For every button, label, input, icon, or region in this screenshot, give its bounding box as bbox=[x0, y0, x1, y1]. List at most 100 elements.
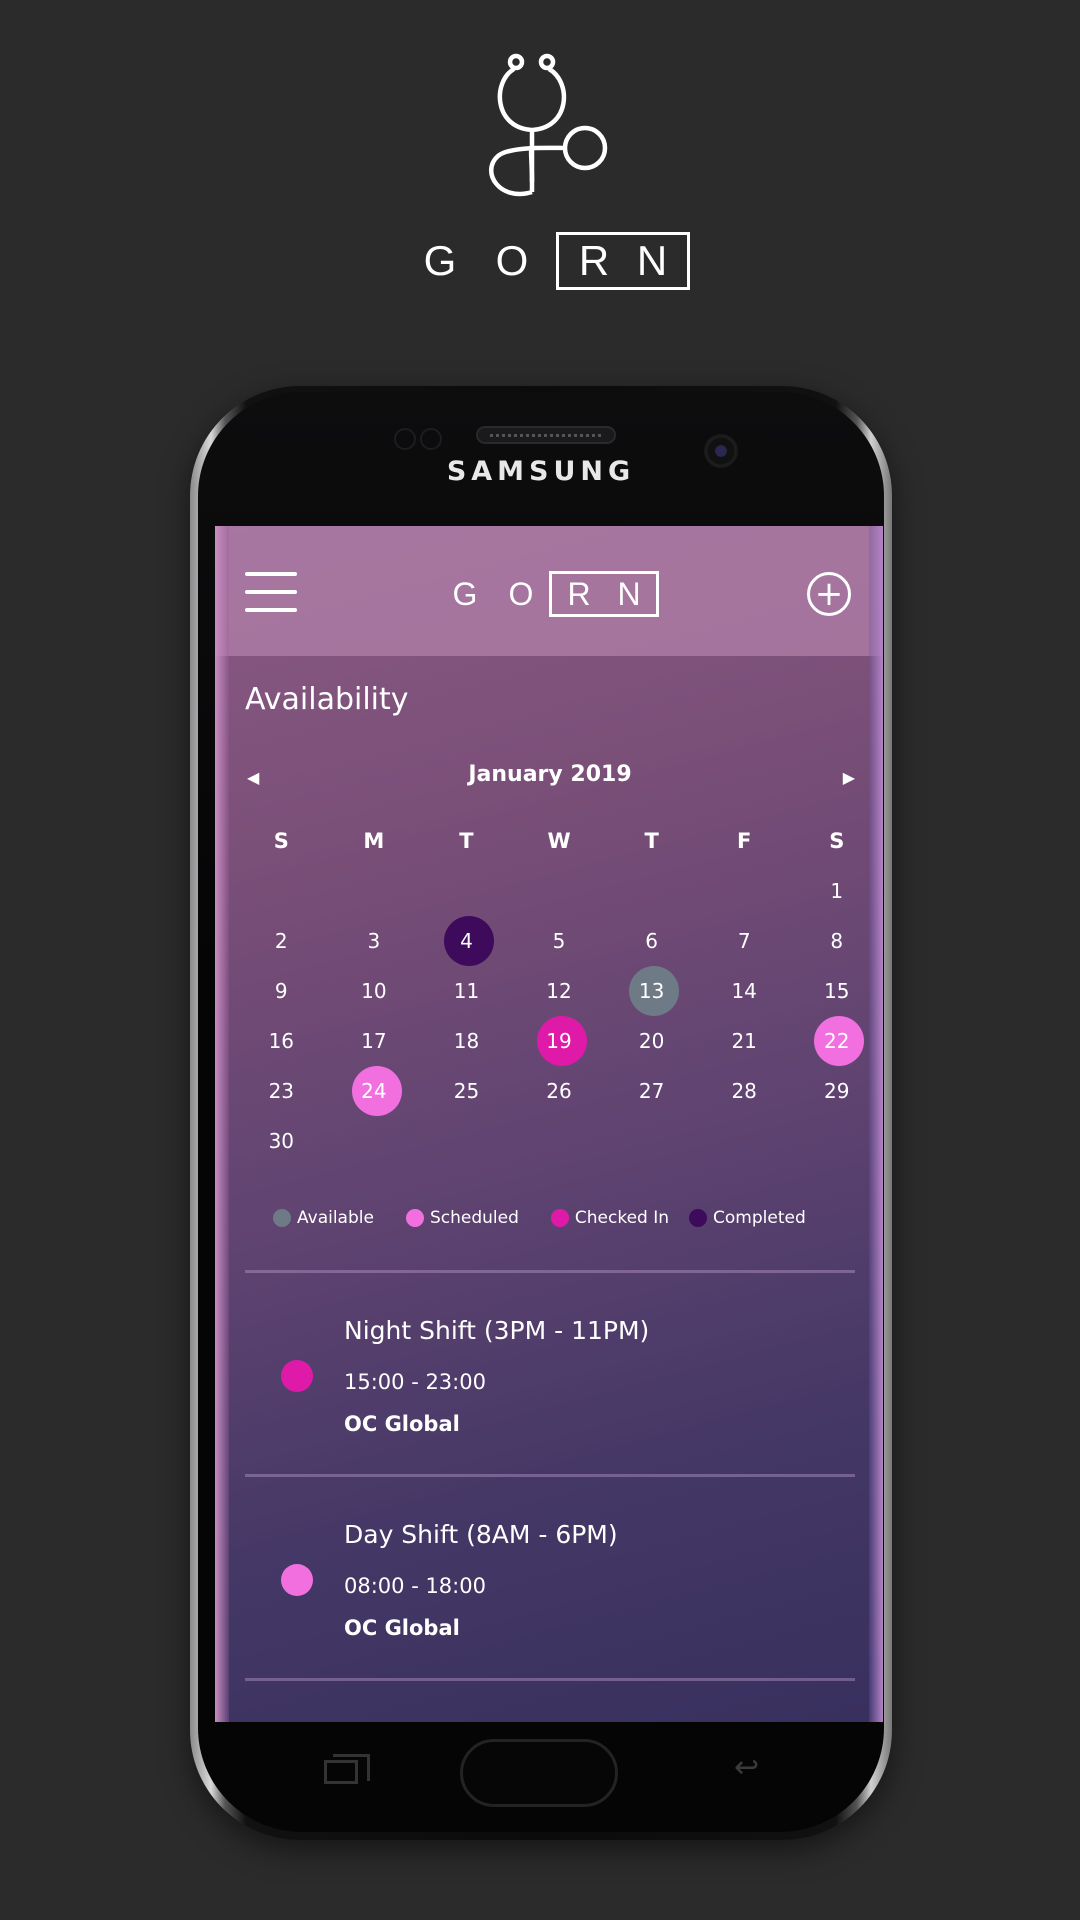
calendar-month-label: January 2019 bbox=[468, 762, 632, 787]
empty-day-cell bbox=[513, 1116, 606, 1166]
hamburger-menu-icon[interactable] bbox=[245, 572, 299, 612]
shift-list-item[interactable]: Night Shift (3PM - 11PM) 15:00 - 23:00 OC … bbox=[215, 1276, 883, 1476]
shift-name: Day Shift (8AM - 6PM) bbox=[344, 1520, 618, 1549]
calendar-day[interactable]: 12 bbox=[513, 966, 606, 1016]
app-logo-letter: R bbox=[567, 575, 591, 612]
status-legend: Available Scheduled Checked In Completed bbox=[273, 1208, 838, 1228]
calendar-day[interactable]: 28 bbox=[698, 1066, 791, 1116]
day-number: 6 bbox=[645, 929, 658, 953]
calendar-day[interactable]: 27 bbox=[605, 1066, 698, 1116]
app-logo-letter: N bbox=[617, 575, 641, 612]
app-logo-letter: O bbox=[508, 575, 534, 612]
calendar-day[interactable]: 24 bbox=[328, 1066, 421, 1116]
calendar-day[interactable]: 7 bbox=[698, 916, 791, 966]
weekday-label: T bbox=[644, 829, 659, 853]
day-number: 25 bbox=[453, 1079, 480, 1103]
calendar-day[interactable]: 9 bbox=[235, 966, 328, 1016]
day-number: 28 bbox=[731, 1079, 757, 1103]
calendar-day[interactable]: 25 bbox=[420, 1066, 513, 1116]
shift-list-item[interactable]: Day Shift (8AM - 6PM) 08:00 - 18:00 OC Glo… bbox=[215, 1480, 883, 1680]
calendar-grid: S M T W T F S 1 2 3 4 5 6 7 8 9 10 11 12 13 14 15 16 17 18 19 20 21… bbox=[215, 816, 883, 1166]
day-number: 12 bbox=[546, 979, 572, 1003]
calendar-day[interactable]: 6 bbox=[605, 916, 698, 966]
shift-time: 15:00 - 23:00 bbox=[344, 1370, 486, 1394]
legend-label: Available bbox=[297, 1208, 374, 1228]
calendar-header: ◀ January 2019 ▶ bbox=[245, 762, 855, 802]
day-number: 7 bbox=[737, 929, 751, 953]
calendar-day[interactable]: 13 bbox=[605, 966, 698, 1016]
day-number: 24 bbox=[361, 1079, 387, 1103]
empty-day-cell bbox=[790, 1116, 883, 1166]
day-number: 3 bbox=[367, 929, 381, 953]
phone-device: SAMSUNG G O R N + Availability ◀ January… bbox=[190, 386, 892, 1840]
proximity-sensor bbox=[394, 428, 416, 450]
day-number: 8 bbox=[830, 929, 844, 953]
brand-letter: R bbox=[578, 237, 610, 284]
calendar-day[interactable]: 14 bbox=[698, 966, 791, 1016]
chevron-right-icon[interactable]: ▶ bbox=[843, 768, 855, 787]
shift-time: 08:00 - 18:00 bbox=[344, 1574, 486, 1598]
calendar-day[interactable]: 4 bbox=[420, 916, 513, 966]
recent-apps-icon[interactable] bbox=[324, 1754, 370, 1784]
calendar-day[interactable]: 16 bbox=[235, 1016, 328, 1066]
legend-label: Scheduled bbox=[429, 1208, 519, 1228]
calendar-day[interactable]: 22 bbox=[790, 1016, 883, 1066]
legend-color-dot bbox=[405, 1209, 424, 1227]
divider bbox=[245, 1678, 855, 1681]
day-number: 26 bbox=[546, 1079, 572, 1103]
calendar-day[interactable]: 26 bbox=[513, 1066, 606, 1116]
calendar-day[interactable]: 3 bbox=[328, 916, 421, 966]
calendar-day[interactable]: 1 bbox=[790, 866, 883, 916]
legend-item-checked-in: Checked In bbox=[550, 1208, 670, 1228]
weekday-label: W bbox=[547, 829, 571, 853]
calendar-day[interactable]: 30 bbox=[235, 1116, 328, 1166]
calendar-day[interactable]: 15 bbox=[790, 966, 883, 1016]
brand-header: G O R N bbox=[0, 0, 1080, 300]
day-number: 13 bbox=[638, 979, 665, 1003]
add-button[interactable]: + bbox=[807, 572, 851, 616]
app-logo-boxed-letters: R N bbox=[549, 571, 659, 617]
calendar-day[interactable]: 18 bbox=[420, 1016, 513, 1066]
calendar-week-row: 16 17 18 19 20 21 22 bbox=[215, 1016, 883, 1066]
calendar-day[interactable]: 11 bbox=[420, 966, 513, 1016]
day-number: 16 bbox=[268, 1029, 295, 1053]
calendar-week-row: 30 bbox=[215, 1116, 883, 1166]
calendar-day[interactable]: 5 bbox=[513, 916, 606, 966]
calendar-week-row: 1 bbox=[215, 866, 883, 916]
light-sensor bbox=[420, 428, 442, 450]
day-number: 2 bbox=[274, 929, 288, 953]
day-number: 4 bbox=[460, 929, 473, 953]
device-brand-label: SAMSUNG bbox=[446, 456, 636, 487]
day-number: 11 bbox=[453, 979, 480, 1003]
calendar-day[interactable]: 23 bbox=[235, 1066, 328, 1116]
day-number: 9 bbox=[274, 979, 288, 1003]
calendar-day[interactable]: 2 bbox=[235, 916, 328, 966]
day-number: 5 bbox=[552, 929, 566, 953]
day-number: 27 bbox=[638, 1079, 665, 1103]
app-bar: G O R N + bbox=[215, 526, 883, 656]
calendar-day[interactable]: 8 bbox=[790, 916, 883, 966]
calendar-day[interactable]: 17 bbox=[328, 1016, 421, 1066]
back-arrow-icon[interactable]: ↩ bbox=[734, 1750, 759, 1785]
day-number: 10 bbox=[361, 979, 387, 1003]
calendar-day[interactable]: 29 bbox=[790, 1066, 883, 1116]
calendar-day[interactable]: 21 bbox=[698, 1016, 791, 1066]
weekday-label: M bbox=[363, 829, 385, 853]
shift-name: Night Shift (3PM - 11PM) bbox=[344, 1316, 650, 1345]
legend-label: Checked In bbox=[574, 1208, 670, 1228]
calendar-day[interactable]: 19 bbox=[513, 1016, 606, 1066]
calendar-day[interactable]: 10 bbox=[328, 966, 421, 1016]
day-number: 14 bbox=[731, 979, 757, 1003]
brand-wordmark: G O R N bbox=[404, 230, 690, 292]
calendar-day[interactable]: 20 bbox=[605, 1016, 698, 1066]
day-number: 19 bbox=[546, 1029, 572, 1053]
day-number: 15 bbox=[824, 979, 850, 1003]
brand-letter: O bbox=[495, 237, 529, 284]
home-button[interactable] bbox=[460, 1739, 618, 1807]
legend-color-dot bbox=[273, 1209, 291, 1227]
legend-color-dot bbox=[689, 1209, 708, 1227]
divider bbox=[245, 1474, 855, 1477]
calendar-week-row: 9 10 11 12 13 14 15 bbox=[215, 966, 883, 1016]
shift-list-item[interactable]: Night Shift (3PM - 11PM) bbox=[215, 1684, 883, 1722]
earpiece-speaker bbox=[476, 426, 616, 444]
